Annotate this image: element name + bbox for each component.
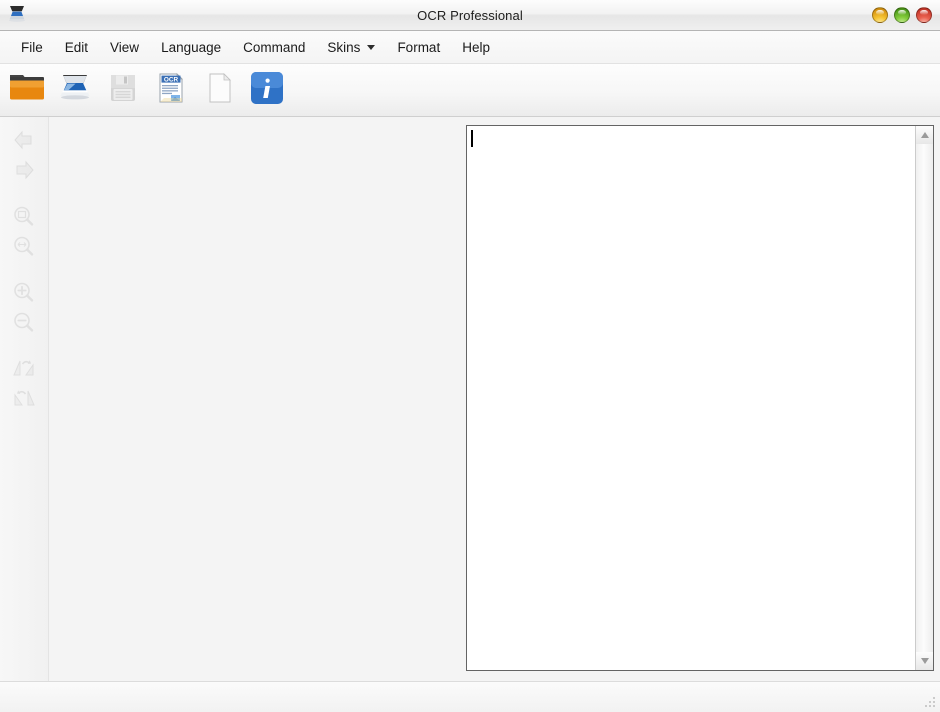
maximize-button[interactable] xyxy=(894,7,910,23)
menu-item-edit[interactable]: Edit xyxy=(54,36,99,59)
menu-item-command[interactable]: Command xyxy=(232,36,316,59)
title-bar: OCR Professional xyxy=(0,0,940,31)
menu-label: Command xyxy=(243,39,306,55)
resize-grip[interactable] xyxy=(923,695,937,709)
main-area xyxy=(0,117,940,681)
menu-item-format[interactable]: Format xyxy=(386,36,451,59)
zoom-out-button[interactable] xyxy=(7,309,41,339)
new-page-icon xyxy=(200,71,238,110)
fit-page-button[interactable] xyxy=(7,203,41,233)
scanner-icon xyxy=(5,2,29,26)
scroll-up-arrow-icon xyxy=(920,132,929,138)
menu-item-help[interactable]: Help xyxy=(451,36,501,59)
menu-label: Help xyxy=(462,39,490,55)
fit-page-icon xyxy=(12,205,36,232)
menu-label: Edit xyxy=(64,39,89,55)
menu-item-language[interactable]: Language xyxy=(150,36,232,59)
text-pane-container xyxy=(458,117,940,681)
scan-button[interactable] xyxy=(54,68,96,112)
window-controls xyxy=(872,0,932,30)
recognized-text-pane xyxy=(466,125,934,671)
previous-page-arrow-icon xyxy=(12,129,36,156)
zoom-in-icon xyxy=(12,281,36,308)
rotate-right-icon xyxy=(11,387,37,414)
menu-label: Language xyxy=(161,39,222,55)
fit-width-icon xyxy=(12,235,36,262)
open-folder-button[interactable] xyxy=(6,68,48,112)
save-button[interactable] xyxy=(102,68,144,112)
menu-label: Format xyxy=(397,39,441,55)
image-preview-pane[interactable] xyxy=(49,117,458,681)
open-folder-icon xyxy=(8,71,46,110)
rotate-left-button[interactable] xyxy=(7,355,41,385)
menu-label: File xyxy=(21,39,43,55)
menu-bar: File Edit View Language Command Skins Fo… xyxy=(0,31,940,64)
scroll-up-button[interactable] xyxy=(916,126,933,144)
scanner-icon xyxy=(56,71,94,110)
rotate-right-button[interactable] xyxy=(7,385,41,415)
next-page-button[interactable] xyxy=(7,157,41,187)
scrollbar-track[interactable] xyxy=(916,144,933,652)
svg-text:OCR: OCR xyxy=(164,76,179,83)
menu-item-skins[interactable]: Skins xyxy=(316,36,386,59)
minimize-button[interactable] xyxy=(872,7,888,23)
next-page-arrow-icon xyxy=(12,159,36,186)
menu-item-view[interactable]: View xyxy=(99,36,150,59)
info-icon xyxy=(247,68,287,113)
fit-width-button[interactable] xyxy=(7,233,41,263)
rotate-left-icon xyxy=(11,357,37,384)
zoom-out-icon xyxy=(12,311,36,338)
ocr-document-icon: OCR xyxy=(152,71,190,110)
scroll-down-button[interactable] xyxy=(916,652,933,670)
close-button[interactable] xyxy=(916,7,932,23)
vertical-scrollbar[interactable] xyxy=(915,126,933,670)
new-page-button[interactable] xyxy=(198,68,240,112)
scroll-down-arrow-icon xyxy=(920,658,929,664)
tool-sidebar xyxy=(0,117,49,681)
recognize-ocr-button[interactable]: OCR xyxy=(150,68,192,112)
zoom-in-button[interactable] xyxy=(7,279,41,309)
window-title: OCR Professional xyxy=(417,7,523,23)
text-input[interactable] xyxy=(467,126,915,670)
ocr-professional-window: OCR Professional File Edit View Language… xyxy=(0,0,940,712)
save-floppy-icon xyxy=(104,71,142,110)
text-caret xyxy=(471,130,473,147)
chevron-down-icon xyxy=(367,44,376,50)
menu-label: View xyxy=(110,39,140,55)
info-button[interactable] xyxy=(246,68,288,112)
previous-page-button[interactable] xyxy=(7,127,41,157)
menu-item-file[interactable]: File xyxy=(10,36,54,59)
menu-label: Skins xyxy=(327,39,361,55)
toolbar: OCR xyxy=(0,64,940,117)
status-bar xyxy=(0,681,940,712)
